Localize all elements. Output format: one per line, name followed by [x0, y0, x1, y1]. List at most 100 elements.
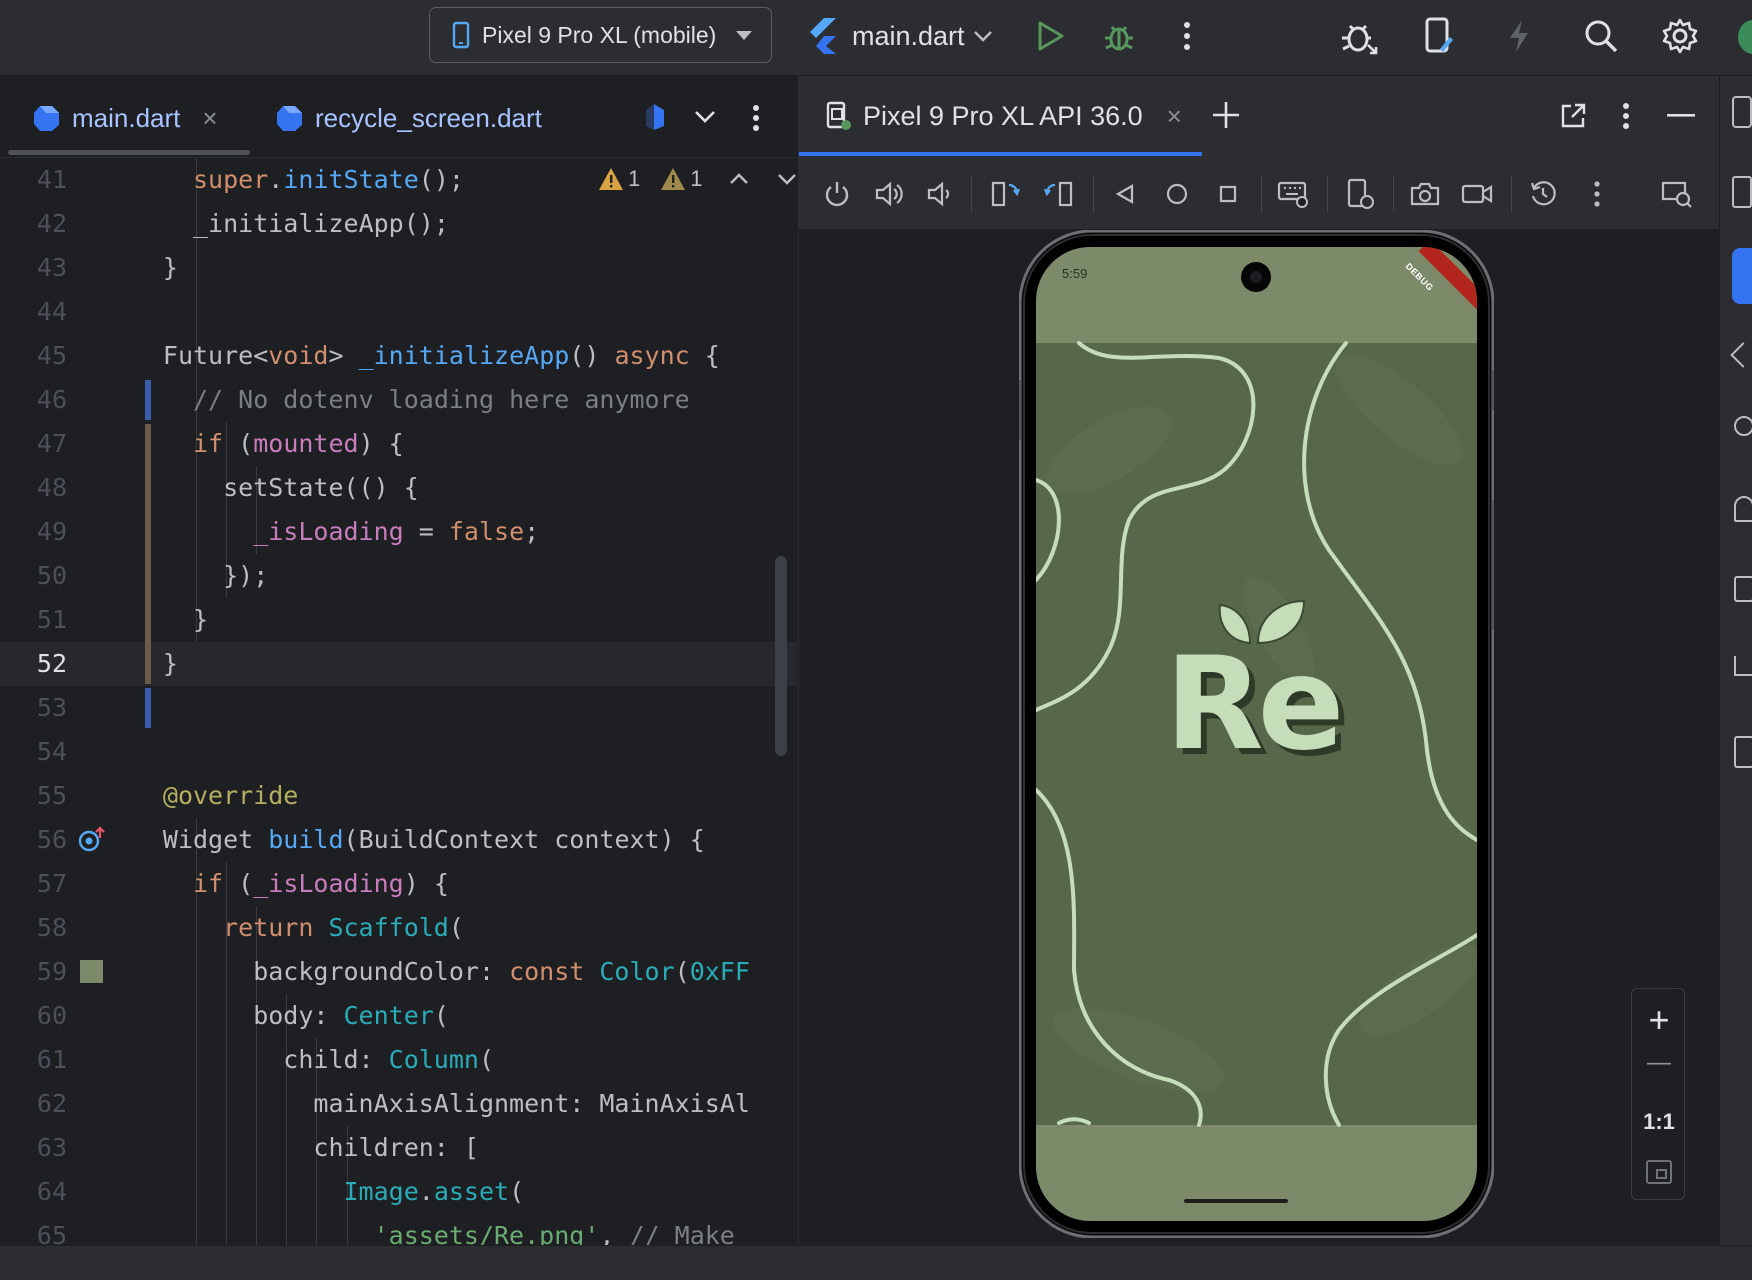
- vcs-change-marker[interactable]: [145, 688, 151, 728]
- record-icon[interactable]: [1461, 178, 1493, 210]
- gradle-icon[interactable]: [1730, 342, 1752, 368]
- more-icon[interactable]: [752, 104, 760, 132]
- device-selector[interactable]: Pixel 9 Pro XL (mobile): [429, 7, 772, 63]
- line-number: 51: [36, 605, 67, 634]
- debug-icon[interactable]: [1099, 16, 1139, 56]
- code-area[interactable]: 41 super.initState(); 42 _initializeApp(); 4…: [0, 158, 797, 1245]
- more-icon[interactable]: [1581, 178, 1613, 210]
- dart-file-icon[interactable]: [642, 102, 666, 132]
- fit-screen-icon[interactable]: [1645, 1159, 1673, 1185]
- volume-up-icon[interactable]: [873, 178, 905, 210]
- emulator-icon[interactable]: [1734, 496, 1752, 522]
- zoom-actual-size-button[interactable]: 1:1: [1632, 1109, 1686, 1135]
- code-line[interactable]: 51}: [0, 598, 797, 642]
- profiler-icon[interactable]: [1340, 16, 1380, 56]
- code-line[interactable]: 57 if (_isLoading) {: [0, 862, 797, 906]
- code-text: if (mounted) {: [193, 422, 404, 466]
- volume-down-icon[interactable]: [923, 178, 955, 210]
- code-line[interactable]: 44: [0, 290, 797, 334]
- rotate-right-icon[interactable]: [1043, 178, 1075, 210]
- screenshot-icon[interactable]: [1409, 178, 1441, 210]
- code-line[interactable]: 48 setState(() {: [0, 466, 797, 510]
- close-icon[interactable]: ×: [1167, 101, 1182, 132]
- chevron-up-icon[interactable]: [729, 173, 749, 185]
- code-line[interactable]: 53: [0, 686, 797, 730]
- flutter-icon: [806, 17, 838, 55]
- minimize-icon[interactable]: [1667, 114, 1695, 118]
- settings-icon[interactable]: [1660, 16, 1700, 56]
- notifications-icon[interactable]: [1732, 96, 1752, 128]
- code-token: });: [223, 561, 269, 590]
- run-icon[interactable]: [1031, 16, 1071, 56]
- vcs-change-marker[interactable]: [145, 424, 151, 684]
- add-icon[interactable]: [1211, 100, 1241, 130]
- code-line[interactable]: 45 Future<void> _initializeApp() async {: [0, 334, 797, 378]
- chevron-down-icon[interactable]: [777, 173, 797, 185]
- editor-scrollbar[interactable]: [775, 556, 787, 756]
- code-line[interactable]: 60 body: Center(: [0, 994, 797, 1038]
- warning-count[interactable]: 1: [598, 166, 640, 192]
- keyboard-icon[interactable]: [1277, 178, 1309, 210]
- tab-recycle-screen-dart[interactable]: recycle_screen.dart: [275, 98, 542, 138]
- device-settings-icon[interactable]: [1345, 178, 1377, 210]
- code-line[interactable]: 55 @override: [0, 774, 797, 818]
- flash-icon[interactable]: [1499, 16, 1539, 56]
- code-line[interactable]: 56 Widget build(BuildContext context) {: [0, 818, 797, 862]
- close-icon[interactable]: ×: [202, 103, 217, 134]
- code-line[interactable]: 50});: [0, 554, 797, 598]
- run-config-label: main.dart: [852, 20, 965, 51]
- running-devices-icon[interactable]: [1732, 248, 1752, 304]
- rotate-left-icon[interactable]: [989, 178, 1021, 210]
- search-icon[interactable]: [1581, 16, 1621, 56]
- zoom-in-button[interactable]: +: [1632, 999, 1686, 1041]
- home-icon[interactable]: [1161, 178, 1193, 210]
- code-line[interactable]: 59 backgroundColor: const Color(0xFF: [0, 950, 797, 994]
- back-icon[interactable]: [1109, 178, 1141, 210]
- inspection-widget[interactable]: 1 1: [598, 166, 797, 192]
- code-text: Future<void> _initializeApp() async {: [163, 334, 720, 378]
- override-icon[interactable]: [78, 826, 106, 854]
- code-line[interactable]: 62 mainAxisAlignment: MainAxisAl: [0, 1082, 797, 1126]
- snapshot-icon[interactable]: [1527, 178, 1559, 210]
- code-line[interactable]: 63 children: [: [0, 1126, 797, 1170]
- weak-warning-count[interactable]: 1: [660, 166, 703, 192]
- device-manager-icon[interactable]: [1732, 176, 1752, 208]
- code-token: Column: [388, 1045, 479, 1074]
- more-icon[interactable]: [1167, 16, 1207, 56]
- vcs-change-marker[interactable]: [145, 380, 151, 420]
- code-line[interactable]: 46 // No dotenv loading here anymore: [0, 378, 797, 422]
- code-line[interactable]: 65 'assets/Re.png', // Make: [0, 1214, 797, 1245]
- code-token: ) {: [358, 429, 404, 458]
- overview-icon[interactable]: [1212, 178, 1244, 210]
- code-line[interactable]: 52}: [0, 642, 797, 686]
- code-line[interactable]: 43}: [0, 246, 797, 290]
- external-window-icon[interactable]: [1559, 102, 1587, 130]
- code-line[interactable]: 49 _isLoading = false;: [0, 510, 797, 554]
- code-line[interactable]: 64 Image.asset(: [0, 1170, 797, 1214]
- tab-emulator-device[interactable]: Pixel 9 Pro XL API 36.0 ×: [825, 96, 1182, 136]
- plugins-icon[interactable]: [1734, 576, 1752, 602]
- commit-icon[interactable]: [1734, 656, 1752, 676]
- code-token: Center: [343, 1001, 434, 1030]
- code-token: const: [509, 957, 600, 986]
- display-mode-icon[interactable]: [1661, 178, 1693, 210]
- run-config-selector[interactable]: main.dart: [806, 15, 993, 57]
- more-icon[interactable]: [1622, 102, 1630, 130]
- inspector-icon[interactable]: [1734, 416, 1752, 436]
- avatar[interactable]: [1738, 20, 1752, 54]
- power-icon[interactable]: [821, 178, 853, 210]
- code-token: (BuildContext context) {: [343, 825, 705, 854]
- line-number: 64: [36, 1177, 67, 1206]
- code-line[interactable]: 42 _initializeApp();: [0, 202, 797, 246]
- code-editor-panel: main.dart × recycle_screen.dart 41 super.…: [0, 76, 797, 1245]
- code-line[interactable]: 47 if (mounted) {: [0, 422, 797, 466]
- color-swatch[interactable]: [80, 960, 103, 983]
- tab-main-dart[interactable]: main.dart ×: [32, 98, 218, 138]
- chevron-down-icon[interactable]: [694, 110, 716, 124]
- device-manager-icon[interactable]: [1419, 16, 1459, 56]
- layout-inspector-icon[interactable]: [1734, 736, 1752, 768]
- code-line[interactable]: 61 child: Column(: [0, 1038, 797, 1082]
- zoom-out-button[interactable]: —: [1632, 1049, 1686, 1077]
- code-line[interactable]: 54: [0, 730, 797, 774]
- code-line[interactable]: 58 return Scaffold(: [0, 906, 797, 950]
